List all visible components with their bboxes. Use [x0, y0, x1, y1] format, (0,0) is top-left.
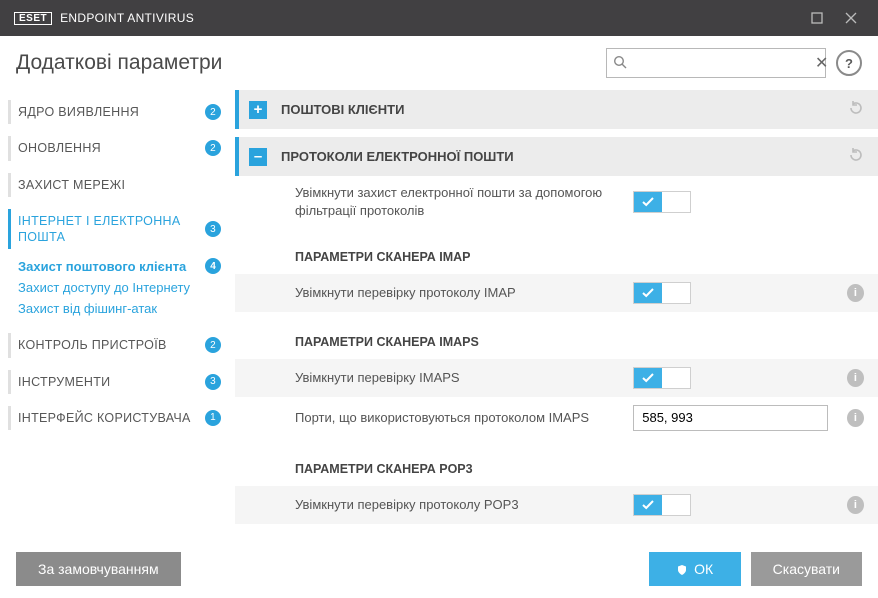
- sidebar-item-device-control[interactable]: КОНТРОЛЬ ПРИСТРОЇВ 2: [0, 327, 235, 363]
- shield-icon: [676, 563, 688, 575]
- row-imaps-ports: Порти, що використовуються протоколом IM…: [235, 397, 878, 439]
- row-enable-imap: Увімкнути перевірку протоколу IMAP i: [235, 274, 878, 312]
- section-title: ПОШТОВІ КЛІЄНТИ: [281, 102, 834, 117]
- window-maximize-button[interactable]: [800, 0, 834, 36]
- page-title: Додаткові параметри: [16, 51, 606, 75]
- toggle-enable-email-filtering[interactable]: [633, 191, 691, 213]
- setting-label: Увімкнути захист електронної пошти за до…: [295, 184, 621, 219]
- info-icon[interactable]: i: [847, 284, 864, 302]
- window-close-button[interactable]: [834, 0, 868, 36]
- count-badge: 2: [205, 140, 221, 156]
- brand-badge: ESET: [14, 12, 52, 25]
- cancel-button[interactable]: Скасувати: [751, 552, 862, 586]
- toggle-enable-imap[interactable]: [633, 282, 691, 304]
- ok-label: ОК: [694, 561, 713, 577]
- sidebar-item-web-email[interactable]: ІНТЕРНЕТ І ЕЛЕКТРОННА ПОШТА 3: [0, 203, 235, 256]
- section-header-mail-clients[interactable]: + ПОШТОВІ КЛІЄНТИ: [235, 90, 878, 129]
- setting-label: Порти, що використовуються протоколом IM…: [295, 409, 621, 427]
- row-imap-heading: ПАРАМЕТРИ СКАНЕРА IMAP: [235, 227, 878, 274]
- default-button[interactable]: За замовчуванням: [16, 552, 181, 586]
- sidebar-item-detection-engine[interactable]: ЯДРО ВИЯВЛЕННЯ 2: [0, 94, 235, 130]
- sidebar-item-ui[interactable]: ІНТЕРФЕЙС КОРИСТУВАЧА 1: [0, 400, 235, 436]
- titlebar: ESET ENDPOINT ANTIVIRUS: [0, 0, 878, 36]
- section-email-protocols: – ПРОТОКОЛИ ЕЛЕКТРОННОЇ ПОШТИ Увімкнути …: [235, 137, 878, 524]
- sub-heading: ПАРАМЕТРИ СКАНЕРА IMAP: [295, 249, 621, 266]
- count-badge: 1: [205, 410, 221, 426]
- ok-button[interactable]: ОК: [649, 552, 741, 586]
- search-box[interactable]: ✕: [606, 48, 826, 78]
- info-icon[interactable]: i: [847, 369, 864, 387]
- search-icon: [613, 55, 627, 72]
- sidebar-item-update[interactable]: ОНОВЛЕННЯ 2: [0, 130, 235, 166]
- imaps-ports-input[interactable]: [633, 405, 828, 431]
- info-icon[interactable]: i: [847, 409, 864, 427]
- product-name: ENDPOINT ANTIVIRUS: [60, 11, 194, 25]
- row-enable-email-filtering: Увімкнути захист електронної пошти за до…: [235, 176, 878, 227]
- row-enable-imaps: Увімкнути перевірку IMAPS i: [235, 359, 878, 397]
- count-badge: 2: [205, 104, 221, 120]
- row-imaps-heading: ПАРАМЕТРИ СКАНЕРА IMAPS: [235, 312, 878, 359]
- undo-icon[interactable]: [848, 147, 864, 166]
- setting-label: Увімкнути перевірку протоколу POP3: [295, 496, 621, 514]
- footer: За замовчуванням ОК Скасувати: [0, 540, 878, 598]
- app-logo: ESET ENDPOINT ANTIVIRUS: [14, 11, 194, 25]
- sidebar-sub-antiphishing[interactable]: Захист від фішинг-атак: [18, 298, 221, 319]
- row-enable-pop3: Увімкнути перевірку протоколу POP3 i: [235, 486, 878, 524]
- sidebar-item-network-protection[interactable]: ЗАХИСТ МЕРЕЖІ: [0, 167, 235, 203]
- toggle-enable-pop3[interactable]: [633, 494, 691, 516]
- search-clear-button[interactable]: ✕: [815, 53, 828, 73]
- sidebar-sub-web-access-protection[interactable]: Захист доступу до Інтернету: [18, 277, 221, 298]
- collapse-icon[interactable]: –: [249, 148, 267, 166]
- row-pop3-heading: ПАРАМЕТРИ СКАНЕРА POP3: [235, 439, 878, 486]
- sub-heading: ПАРАМЕТРИ СКАНЕРА IMAPS: [295, 334, 621, 351]
- sidebar-sub-mail-client-protection[interactable]: Захист поштового клієнта 4: [18, 255, 221, 277]
- header: Додаткові параметри ✕ ?: [0, 36, 878, 90]
- sub-heading: ПАРАМЕТРИ СКАНЕРА POP3: [295, 461, 621, 478]
- count-badge: 3: [205, 374, 221, 390]
- help-button[interactable]: ?: [836, 50, 862, 76]
- count-badge: 4: [205, 258, 221, 274]
- search-input[interactable]: [633, 56, 809, 71]
- count-badge: 2: [205, 337, 221, 353]
- count-badge: 3: [205, 221, 221, 237]
- setting-label: Увімкнути перевірку протоколу IMAP: [295, 284, 621, 302]
- section-header-email-protocols[interactable]: – ПРОТОКОЛИ ЕЛЕКТРОННОЇ ПОШТИ: [235, 137, 878, 176]
- setting-label: Увімкнути перевірку IMAPS: [295, 369, 621, 387]
- info-icon[interactable]: i: [847, 496, 864, 514]
- section-title: ПРОТОКОЛИ ЕЛЕКТРОННОЇ ПОШТИ: [281, 149, 834, 164]
- undo-icon[interactable]: [848, 100, 864, 119]
- toggle-enable-imaps[interactable]: [633, 367, 691, 389]
- section-mail-clients: + ПОШТОВІ КЛІЄНТИ: [235, 90, 878, 129]
- sidebar-subitems: Захист поштового клієнта 4 Захист доступ…: [0, 255, 235, 327]
- sidebar-item-tools[interactable]: ІНСТРУМЕНТИ 3: [0, 364, 235, 400]
- expand-icon[interactable]: +: [249, 101, 267, 119]
- content-pane: + ПОШТОВІ КЛІЄНТИ – ПРОТОКОЛИ ЕЛЕКТРОННО…: [235, 90, 878, 540]
- sidebar: ЯДРО ВИЯВЛЕННЯ 2 ОНОВЛЕННЯ 2 ЗАХИСТ МЕРЕ…: [0, 90, 235, 540]
